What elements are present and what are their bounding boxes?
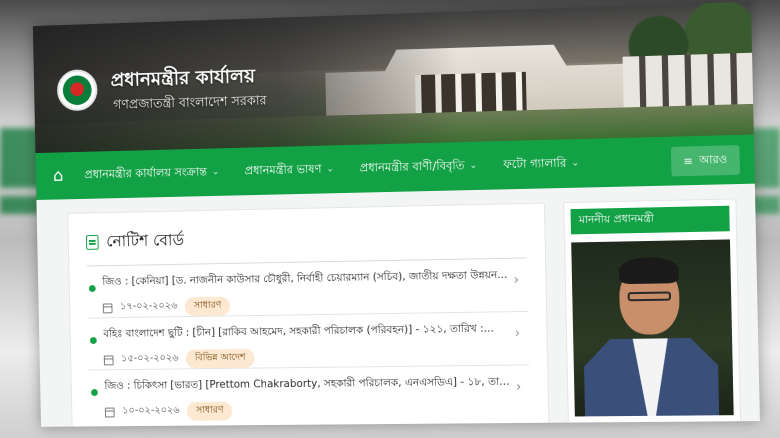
chevron-down-icon: ⌄: [326, 164, 334, 175]
header-banner: প্রধানমন্ত্রীর কার্যালয় গণপ্রজাতন্ত্রী …: [32, 1, 754, 154]
notice-title[interactable]: বহিঃ বাংলাদেশ ছুটি : [চীন] [রাকিব আহমেদ,…: [103, 321, 516, 344]
category-badge: সাধারণ: [187, 401, 233, 421]
prime-minister-card: মাননীয় প্রধানমন্ত্রী: [563, 198, 742, 425]
notice-title[interactable]: জিও : চিকিৎসা [ভারত] [Prettom Chakrabort…: [104, 375, 517, 396]
calendar-icon: [102, 302, 113, 313]
notice-board: নোটিশ বোর্ড জিও : [কেনিয়া] [ড. নাজনীন ক…: [67, 202, 550, 427]
nav-item-speeches[interactable]: প্রধানমন্ত্রীর ভাষণ ⌄: [244, 160, 334, 181]
chevron-down-icon: ⌄: [211, 167, 220, 178]
nav-item-label: প্রধানমন্ত্রীর কার্যালয় সংক্রান্ত: [84, 163, 208, 181]
document-icon: [85, 234, 99, 250]
chevron-right-icon[interactable]: ›: [516, 380, 522, 395]
nav-item-office[interactable]: প্রধানমন্ত্রীর কার্যালয় সংক্রান্ত ⌄: [84, 163, 219, 185]
calendar-icon: [103, 354, 114, 365]
chevron-right-icon[interactable]: ›: [515, 326, 521, 341]
nav-item-label: প্রধানমন্ত্রীর বাণী/বিবৃতি: [359, 157, 465, 175]
notice-board-title: নোটিশ বোর্ড: [106, 230, 185, 251]
notice-board-heading: নোটিশ বোর্ড: [85, 220, 527, 256]
nav-item-photo-gallery[interactable]: ফটো গ্যালারি ⌄: [503, 154, 579, 175]
nav-item-label: প্রধানমন্ত্রীর ভাষণ: [244, 161, 322, 177]
nav-item-label: ফটো গ্যালারি: [503, 155, 567, 171]
bullet-icon: [89, 337, 97, 344]
notice-date: ১৫-০২-২০২৬: [121, 352, 179, 365]
notice-date: ১০-০২-২০২৬: [122, 404, 180, 417]
chevron-right-icon[interactable]: ›: [514, 273, 520, 288]
notice-date: ১৭-০২-২০২৬: [120, 300, 178, 313]
prime-minister-heading[interactable]: মাননীয় প্রধানমন্ত্রী: [570, 205, 730, 235]
notice-meta: ১০-০২-২০২৬ সাধারণ: [104, 399, 530, 422]
browser-page: প্রধানমন্ত্রীর কার্যালয় গণপ্রজাতন্ত্রী …: [32, 1, 760, 427]
hamburger-icon: ≡: [683, 153, 694, 168]
bullet-icon: [88, 285, 96, 293]
calendar-icon: [104, 407, 115, 417]
more-menu-button[interactable]: ≡ আরও: [670, 144, 741, 176]
site-subtitle: গণপ্রজাতন্ত্রী বাংলাদেশ সরকার: [112, 93, 267, 113]
chevron-down-icon: ⌄: [469, 160, 478, 172]
category-badge: সাধারণ: [185, 296, 231, 317]
notice-title[interactable]: জিও : [কেনিয়া] [ড. নাজনীন কাউসার চৌধুরী…: [102, 268, 515, 292]
prime-minister-photo[interactable]: [571, 239, 734, 417]
notice-item[interactable]: বহিঃ বাংলাদেশ ছুটি : [চীন] [রাকিব আহমেদ,…: [87, 311, 529, 371]
chevron-down-icon: ⌄: [571, 158, 580, 169]
notice-item[interactable]: জিও : [কেনিয়া] [ড. নাজনীন কাউসার চৌধুরী…: [86, 258, 528, 319]
notice-item[interactable]: জিও : চিকিৎসা [ভারত] [Prettom Chakrabort…: [89, 365, 530, 422]
main-content: নোটিশ বোর্ড জিও : [কেনিয়া] [ড. নাজনীন ক…: [36, 183, 760, 427]
home-icon[interactable]: ⌂: [53, 166, 64, 186]
more-menu-label: আরও: [699, 152, 728, 167]
bullet-icon: [91, 389, 98, 396]
category-badge: বিভিন্ন আদেশ: [186, 348, 255, 369]
nav-item-messages[interactable]: প্রধানমন্ত্রীর বাণী/বিবৃতি ⌄: [359, 156, 477, 178]
